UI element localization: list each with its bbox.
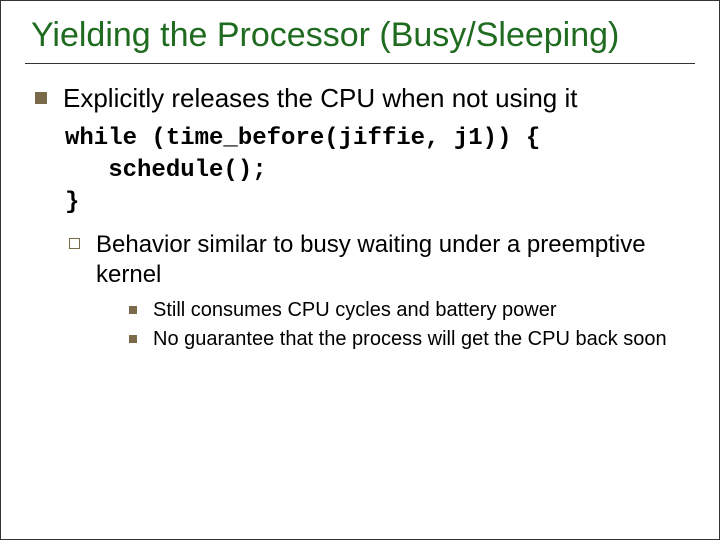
bullet-level-2: Behavior similar to busy waiting under a… [69,230,695,290]
code-block: while (time_before(jiffie, j1)) { schedu… [65,123,695,220]
slide: Yielding the Processor (Busy/Sleeping) E… [0,0,720,540]
lvl3-text: Still consumes CPU cycles and battery po… [153,298,557,323]
slide-title: Yielding the Processor (Busy/Sleeping) [31,15,695,55]
bullet-level-1: Explicitly releases the CPU when not usi… [35,82,695,115]
title-block: Yielding the Processor (Busy/Sleeping) [25,15,695,64]
hollow-square-bullet-icon [69,238,80,249]
lvl1-text: Explicitly releases the CPU when not usi… [63,82,577,115]
lvl3-text: No guarantee that the process will get t… [153,327,667,352]
small-square-bullet-icon [129,335,137,343]
square-bullet-icon [35,92,47,104]
lvl2-text: Behavior similar to busy waiting under a… [96,230,695,290]
bullet-level-3: Still consumes CPU cycles and battery po… [129,298,695,323]
small-square-bullet-icon [129,306,137,314]
bullet-level-3: No guarantee that the process will get t… [129,327,695,352]
